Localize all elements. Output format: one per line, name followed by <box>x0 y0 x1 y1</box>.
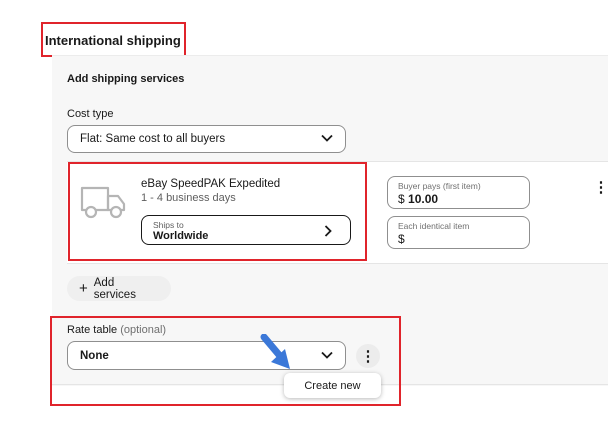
service-more-button[interactable]: ⋮ <box>589 175 608 199</box>
plus-icon: + <box>79 280 88 297</box>
cost-type-label: Cost type <box>67 108 114 120</box>
buyer-pays-field[interactable]: Buyer pays (first item) $ 10.00 <box>387 176 530 209</box>
cost-type-select[interactable]: Flat: Same cost to all buyers <box>67 125 346 153</box>
chevron-down-icon <box>321 133 333 145</box>
kebab-icon: ⋮ <box>593 178 608 196</box>
each-identical-amount: $ <box>398 232 519 247</box>
buyer-pays-currency: $ <box>398 192 405 206</box>
add-services-label: Add services <box>93 276 136 301</box>
rate-table-highlight-box <box>50 316 401 406</box>
buyer-pays-label: Buyer pays (first item) <box>398 181 481 191</box>
service-highlight-box <box>68 162 367 261</box>
buyer-pays-value: 10.00 <box>408 192 439 206</box>
services-heading: Add shipping services <box>67 73 185 85</box>
title-highlight-box <box>41 22 186 57</box>
each-identical-label: Each identical item <box>398 221 470 231</box>
each-identical-currency: $ <box>398 232 405 246</box>
cost-type-value: Flat: Same cost to all buyers <box>80 133 226 145</box>
buyer-pays-amount: $ 10.00 <box>398 192 519 207</box>
add-services-button[interactable]: + Add services <box>67 276 171 301</box>
each-identical-field[interactable]: Each identical item $ <box>387 216 530 249</box>
